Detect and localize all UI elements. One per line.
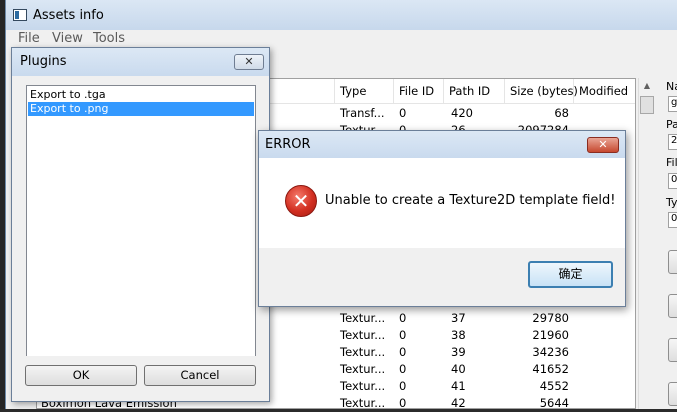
cell-type: Textur...: [340, 345, 386, 359]
column-size[interactable]: Size (bytes): [510, 84, 578, 98]
scrollbar-thumb[interactable]: [640, 96, 654, 114]
cell-type: Textur...: [340, 396, 386, 410]
plugins-ok-button[interactable]: OK: [25, 365, 137, 386]
path-label: Pa: [666, 118, 677, 131]
cell-size: 29780: [532, 311, 569, 325]
cell-file-id: 0: [399, 311, 407, 325]
side-action-button[interactable]: [668, 338, 677, 362]
side-action-button[interactable]: [668, 382, 677, 406]
cell-path-id: 42: [451, 396, 466, 410]
column-file-id[interactable]: File ID: [399, 84, 434, 98]
cell-type: Transf...: [340, 106, 385, 120]
cell-file-id: 0: [399, 328, 407, 342]
name-label: Na: [666, 80, 677, 93]
file-label: Fil: [666, 156, 677, 169]
path-field[interactable]: 2: [668, 134, 677, 150]
table-scrollbar[interactable]: ▲: [638, 78, 656, 409]
side-action-button[interactable]: [668, 250, 677, 274]
plugins-close-icon[interactable]: ✕: [234, 54, 264, 70]
app-icon: [13, 9, 27, 21]
error-footer: 确定: [259, 248, 625, 306]
error-titlebar[interactable]: ERROR ✕: [259, 131, 625, 158]
name-field[interactable]: gu: [668, 96, 677, 112]
cell-size: 41652: [532, 362, 569, 376]
plugins-cancel-button[interactable]: Cancel: [144, 365, 256, 386]
cell-type: Textur...: [340, 311, 386, 325]
cell-size: 34236: [532, 345, 569, 359]
type-label: Ty: [666, 196, 677, 209]
cell-path-id: 420: [451, 106, 473, 120]
column-separator[interactable]: [393, 79, 394, 103]
menu-bar: File View Tools: [6, 30, 677, 48]
error-message: Unable to create a Texture2D template fi…: [325, 193, 616, 208]
plugins-dialog: Plugins ✕ Export to .tga Export to .png …: [11, 47, 270, 402]
file-field[interactable]: 0: [668, 173, 677, 189]
cell-size: 68: [554, 106, 569, 120]
plugins-title: Plugins: [20, 54, 67, 69]
plugin-list[interactable]: Export to .tga Export to .png: [26, 85, 256, 388]
error-title: ERROR: [265, 137, 311, 152]
cell-size: 21960: [532, 328, 569, 342]
main-window-title: Assets info: [33, 8, 104, 23]
column-type[interactable]: Type: [340, 84, 366, 98]
error-dialog: ERROR ✕ ✕ Unable to create a Texture2D t…: [258, 130, 626, 307]
cell-type: Textur...: [340, 328, 386, 342]
column-separator[interactable]: [443, 79, 444, 103]
scroll-up-arrow-icon[interactable]: ▲: [639, 78, 655, 94]
cell-file-id: 0: [399, 379, 407, 393]
plugins-titlebar[interactable]: Plugins ✕: [12, 48, 269, 76]
error-close-icon[interactable]: ✕: [587, 137, 619, 153]
column-path-id[interactable]: Path ID: [449, 84, 490, 98]
menu-tools[interactable]: Tools: [93, 31, 125, 46]
cell-file-id: 0: [399, 396, 407, 410]
cell-size: 5644: [539, 396, 569, 410]
cell-file-id: 0: [399, 362, 407, 376]
cell-type: Textur...: [340, 379, 386, 393]
column-separator[interactable]: [334, 79, 335, 103]
main-titlebar[interactable]: Assets info: [6, 0, 677, 30]
type-field[interactable]: 0:: [668, 212, 677, 228]
cell-size: 4552: [539, 379, 569, 393]
error-ok-button[interactable]: 确定: [528, 261, 613, 288]
cell-path-id: 37: [451, 311, 466, 325]
cell-file-id: 0: [399, 106, 407, 120]
column-separator[interactable]: [573, 79, 574, 103]
column-modified[interactable]: Modified: [579, 84, 628, 98]
cell-path-id: 40: [451, 362, 466, 376]
menu-file[interactable]: File: [18, 31, 40, 46]
column-separator[interactable]: [504, 79, 505, 103]
plugins-footer: OK Cancel: [12, 356, 269, 401]
menu-view[interactable]: View: [52, 31, 83, 46]
cell-file-id: 0: [399, 345, 407, 359]
side-action-button[interactable]: [668, 294, 677, 318]
plugin-item-export-tga[interactable]: Export to .tga: [28, 88, 254, 102]
cell-path-id: 41: [451, 379, 466, 393]
cell-path-id: 39: [451, 345, 466, 359]
cell-type: Textur...: [340, 362, 386, 376]
plugin-item-export-png[interactable]: Export to .png: [28, 102, 254, 116]
cell-path-id: 38: [451, 328, 466, 342]
error-icon: ✕: [285, 185, 317, 217]
